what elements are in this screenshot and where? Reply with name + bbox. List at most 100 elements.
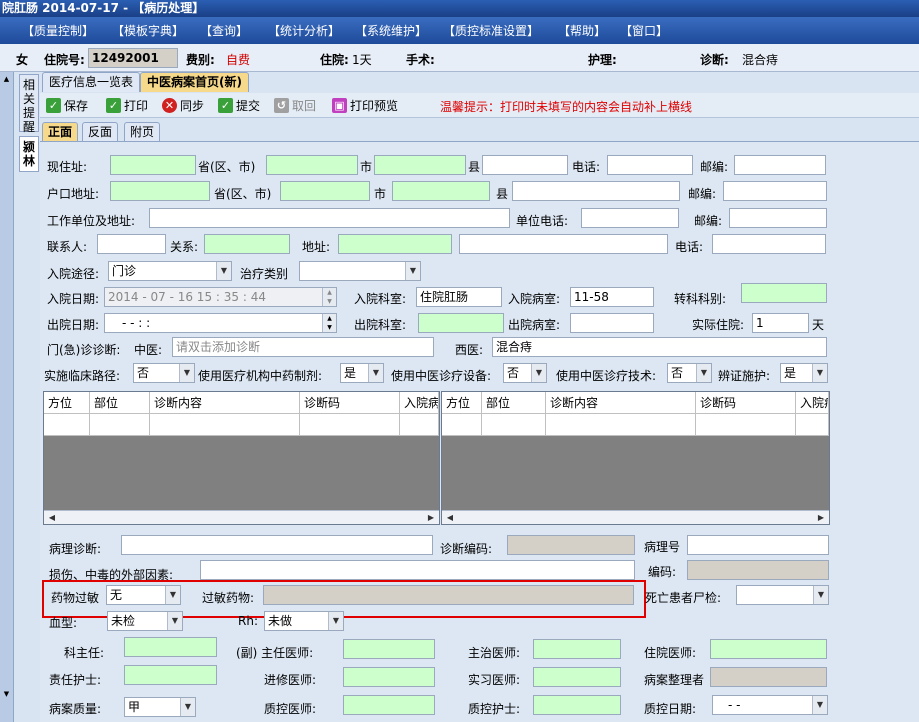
tab-medical-overview[interactable]: 医疗信息一览表 [42, 72, 141, 92]
menu-window[interactable]: 【窗口】 [620, 22, 668, 39]
phone-input[interactable] [607, 155, 693, 175]
chevron-down-icon[interactable]: ▼ [328, 612, 343, 630]
tab-back[interactable]: 反面 [82, 122, 119, 142]
retract-button[interactable]: ↺ 取回 [274, 97, 316, 114]
unit-zip-input[interactable] [729, 208, 827, 228]
current-province-input[interactable] [110, 155, 196, 175]
spin-icon[interactable]: ▲ ▼ [322, 314, 336, 332]
scroll-down-icon[interactable]: ▼ [1, 689, 12, 700]
grid-cell[interactable] [546, 414, 696, 436]
grid-cell[interactable] [400, 414, 439, 436]
injury-cause-input[interactable] [200, 560, 635, 580]
chief-physician-input[interactable] [343, 639, 435, 659]
attending-input[interactable] [533, 639, 621, 659]
household-county-input[interactable] [392, 181, 490, 201]
menu-system[interactable]: 【系统维护】 [355, 22, 427, 39]
grid-cell[interactable] [696, 414, 796, 436]
chevron-down-icon[interactable]: ▼ [696, 364, 711, 382]
nurse-input[interactable] [124, 665, 217, 685]
contact-address-input[interactable] [338, 234, 452, 254]
chevron-down-icon[interactable]: ▼ [812, 364, 827, 382]
print-button[interactable]: ✓ 打印 [106, 97, 148, 114]
household-zip-input[interactable] [723, 181, 827, 201]
diagnosis-grid-right[interactable]: 方位 部位 诊断内容 诊断码 入院病 ◀ ▶ [441, 391, 830, 525]
menu-query[interactable]: 【查询】 [200, 22, 248, 39]
side-tab-reminders[interactable]: 相关提醒 [19, 74, 39, 134]
tcm-diagnosis-input[interactable]: 请双击添加诊断 [172, 337, 434, 357]
admission-route-select[interactable]: 门诊 ▼ [108, 261, 232, 281]
menu-qc-standard[interactable]: 【质控标准设置】 [443, 22, 539, 39]
transfer-dept-input[interactable] [741, 283, 827, 303]
scroll-right-icon[interactable]: ▶ [815, 512, 827, 523]
discharge-ward-input[interactable] [570, 313, 654, 333]
tcm-tech-select[interactable]: 否 ▼ [667, 363, 712, 383]
menu-template-dict[interactable]: 【模板字典】 [112, 22, 184, 39]
chevron-down-icon[interactable]: ▼ [812, 696, 827, 714]
menu-statistics[interactable]: 【统计分析】 [268, 22, 340, 39]
chevron-down-icon[interactable]: ▼ [531, 364, 546, 382]
contact-input[interactable] [97, 234, 166, 254]
contact-phone-input[interactable] [712, 234, 826, 254]
admission-dept-input[interactable]: 住院肛肠 [416, 287, 502, 307]
qc-nurse-input[interactable] [533, 695, 621, 715]
menu-quality-control[interactable]: 【质量控制】 [22, 22, 94, 39]
tcm-prep-select[interactable]: 是 ▼ [340, 363, 384, 383]
chevron-down-icon[interactable]: ▼ [179, 364, 194, 382]
scroll-left-icon[interactable]: ◀ [444, 512, 456, 523]
grid-right-hscroll[interactable]: ◀ ▶ [442, 510, 829, 524]
chevron-down-icon[interactable]: ▼ [405, 262, 420, 280]
grid-cell[interactable] [150, 414, 300, 436]
relation-input[interactable] [204, 234, 290, 254]
current-city-input[interactable] [266, 155, 358, 175]
intern-input[interactable] [533, 667, 621, 687]
diagnosis-code-input[interactable] [507, 535, 635, 555]
refresher-input[interactable] [343, 667, 435, 687]
print-preview-button[interactable]: ▣ 打印预览 [332, 97, 398, 114]
autopsy-select[interactable]: ▼ [736, 585, 829, 605]
grid-cell[interactable] [442, 414, 482, 436]
current-county-input[interactable] [374, 155, 466, 175]
discharge-date-input[interactable]: - - : : ▲ ▼ [104, 313, 337, 333]
grid-cell[interactable] [796, 414, 829, 436]
treatment-type-select[interactable]: ▼ [299, 261, 421, 281]
zip-input[interactable] [734, 155, 826, 175]
record-quality-select[interactable]: 甲 ▼ [124, 697, 196, 717]
pathology-diagnosis-input[interactable] [121, 535, 433, 555]
discharge-dept-input[interactable] [418, 313, 504, 333]
scroll-right-icon[interactable]: ▶ [425, 512, 437, 523]
code-input[interactable] [687, 560, 829, 580]
scroll-left-icon[interactable]: ◀ [46, 512, 58, 523]
admission-date-input[interactable]: 2014 - 07 - 16 15 : 35 : 44 ▲ ▼ [104, 287, 337, 307]
diagnosis-grid-left[interactable]: 方位 部位 诊断内容 诊断码 入院病 ◀ ▶ [43, 391, 440, 525]
submit-button[interactable]: ✓ 提交 [218, 97, 260, 114]
grid-cell[interactable] [90, 414, 150, 436]
grid-cell[interactable] [300, 414, 400, 436]
organizer-input[interactable] [710, 667, 827, 687]
actual-stay-input[interactable]: 1 [752, 313, 809, 333]
grid-cell[interactable] [44, 414, 90, 436]
chevron-down-icon[interactable]: ▼ [216, 262, 231, 280]
syndrome-select[interactable]: 是 ▼ [780, 363, 828, 383]
household-detail-input[interactable] [512, 181, 680, 201]
chevron-down-icon[interactable]: ▼ [813, 586, 828, 604]
grid-cell[interactable] [482, 414, 546, 436]
clinical-path-select[interactable]: 否 ▼ [133, 363, 195, 383]
contact-address-detail-input[interactable] [459, 234, 668, 254]
pathology-no-input[interactable] [687, 535, 829, 555]
qc-doctor-input[interactable] [343, 695, 435, 715]
scroll-up-icon[interactable]: ▲ [1, 74, 12, 85]
grid-left-hscroll[interactable]: ◀ ▶ [44, 510, 439, 524]
rh-select[interactable]: 未做 ▼ [264, 611, 344, 631]
tab-tcm-record-front[interactable]: 中医病案首页(新) [140, 72, 249, 92]
blood-type-select[interactable]: 未检 ▼ [107, 611, 183, 631]
current-detail-input[interactable] [482, 155, 568, 175]
dept-head-input[interactable] [124, 637, 217, 657]
sync-button[interactable]: ✕ 同步 [162, 97, 204, 114]
qc-date-select[interactable]: - - ▼ [712, 695, 828, 715]
chevron-down-icon[interactable]: ▼ [368, 364, 383, 382]
menu-help[interactable]: 【帮助】 [558, 22, 606, 39]
household-city-input[interactable] [280, 181, 370, 201]
household-province-input[interactable] [110, 181, 210, 201]
save-button[interactable]: ✓ 保存 [46, 97, 88, 114]
work-unit-input[interactable] [149, 208, 510, 228]
